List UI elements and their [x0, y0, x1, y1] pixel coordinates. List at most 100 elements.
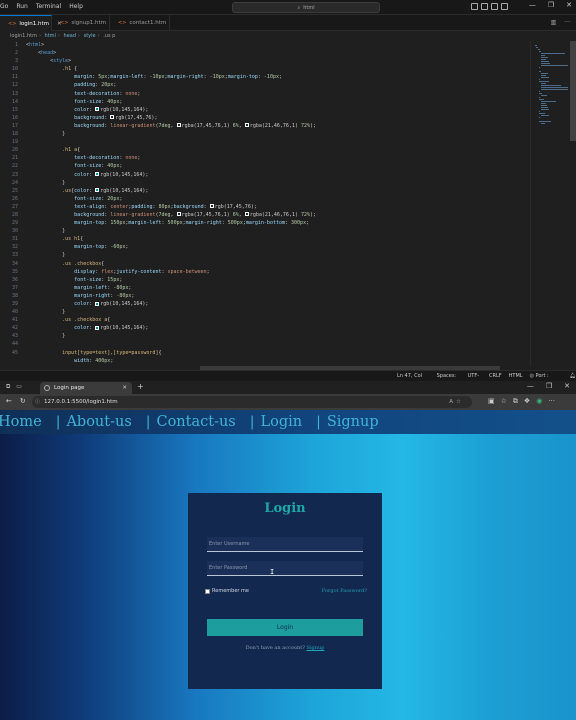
- code-line[interactable]: [26, 138, 526, 146]
- code-line[interactable]: background: rgb(17,45,76);: [26, 114, 526, 122]
- breadcrumb-file[interactable]: login1.htm: [10, 33, 37, 39]
- code-line[interactable]: }: [26, 332, 526, 340]
- minimize-icon[interactable]: —: [529, 1, 536, 9]
- menu-help[interactable]: Help: [69, 2, 83, 12]
- code-line[interactable]: background: linear-gradient(7deg, rgba(1…: [26, 122, 526, 130]
- code-line[interactable]: text-align: center;padding: 80px;backgro…: [26, 203, 526, 211]
- minimap[interactable]: [530, 41, 570, 366]
- collections-icon[interactable]: ⧉: [513, 397, 518, 406]
- code-line[interactable]: color: rgb(10,145,164);: [26, 106, 526, 114]
- toggle-secondary-sidebar-icon[interactable]: [491, 3, 498, 10]
- customize-layout-icon[interactable]: [501, 3, 508, 10]
- breadcrumb-head[interactable]: head: [64, 33, 76, 39]
- extensions-icon[interactable]: ❖: [524, 397, 530, 406]
- browser-tab-login[interactable]: Login page ✕: [40, 382, 132, 394]
- reload-icon[interactable]: ↻: [20, 397, 26, 405]
- split-screen-icon[interactable]: ▣: [488, 397, 495, 406]
- code-editor[interactable]: 1 2 3 10 11 12 13 14 15 16 17 18 19 20 21 22 23 24 25 26 27 2…: [0, 41, 530, 366]
- code-line[interactable]: display: flex;justify-content: space-bet…: [26, 268, 526, 276]
- nav-home[interactable]: Home: [0, 414, 42, 430]
- breadcrumb-style[interactable]: style: [84, 33, 96, 39]
- settings-more-icon[interactable]: ···: [548, 397, 555, 406]
- code-line[interactable]: .us h1{: [26, 235, 526, 243]
- nav-about-us[interactable]: About-us: [66, 414, 131, 430]
- remember-me-checkbox[interactable]: [205, 588, 210, 594]
- workspaces-icon[interactable]: ⧉: [6, 383, 10, 391]
- split-editor-icon[interactable]: ▥: [551, 19, 557, 26]
- code-line[interactable]: input[type=text],[type=password]{: [26, 349, 526, 357]
- code-line[interactable]: }: [26, 308, 526, 316]
- line-number: 30: [11, 228, 18, 235]
- nav-login[interactable]: Login: [260, 414, 302, 430]
- code-line[interactable]: margin-top: 150px;margin-left: 500px;mar…: [26, 219, 526, 227]
- line-number: 34: [11, 260, 18, 267]
- tab-login1[interactable]: <> login1.htm ✕: [0, 15, 62, 31]
- code-line[interactable]: <head>: [26, 49, 526, 57]
- code-line[interactable]: }: [26, 251, 526, 259]
- breadcrumb-selector[interactable]: .us p: [103, 33, 115, 39]
- code-line[interactable]: .h1 {: [26, 65, 526, 73]
- code-line[interactable]: margin-left: -80px;: [26, 284, 526, 292]
- menu-go[interactable]: Go: [0, 2, 8, 12]
- code-line[interactable]: background: linear-gradient(7deg, rgba(1…: [26, 211, 526, 219]
- code-area[interactable]: <html> <head> <style> .h1 { margin: 5px;…: [26, 41, 526, 365]
- code-line[interactable]: .us .checkbox a{: [26, 316, 526, 324]
- code-line[interactable]: text-decoration: none;: [26, 90, 526, 98]
- code-line[interactable]: color: rgb(10,145,164);: [26, 300, 526, 308]
- code-line[interactable]: margin: 5px;margin-left: -10px;margin-ri…: [26, 73, 526, 81]
- code-line[interactable]: width: 400px;: [26, 357, 526, 365]
- code-line[interactable]: }: [26, 179, 526, 187]
- breadcrumb-html[interactable]: html: [45, 33, 56, 39]
- nav-contact-us[interactable]: Contact-us: [156, 414, 235, 430]
- minimize-icon[interactable]: —: [527, 382, 534, 390]
- tab-actions-icon[interactable]: ▭: [16, 383, 22, 391]
- close-tab-icon[interactable]: ✕: [122, 382, 127, 394]
- tab-contact1[interactable]: <> contact1.htm: [110, 15, 170, 31]
- code-line[interactable]: font-size: 15px;: [26, 276, 526, 284]
- copilot-icon[interactable]: ◉: [536, 397, 542, 406]
- menu-run[interactable]: Run: [16, 2, 28, 12]
- code-line[interactable]: [26, 340, 526, 348]
- forgot-password-link[interactable]: Forgot Password?: [322, 588, 367, 594]
- minimap-line: [539, 113, 545, 114]
- menu-terminal[interactable]: Terminal: [36, 2, 61, 12]
- code-line[interactable]: <style>: [26, 57, 526, 65]
- code-line[interactable]: color: rgb(10,145,164);: [26, 171, 526, 179]
- toggle-sidebar-icon[interactable]: [471, 3, 478, 10]
- close-icon[interactable]: ✕: [564, 382, 570, 390]
- more-actions-icon[interactable]: ···: [564, 19, 570, 26]
- command-search[interactable]: ⌕ html: [232, 2, 380, 13]
- password-input[interactable]: Enter Password: [207, 561, 363, 576]
- vertical-scrollbar[interactable]: [570, 41, 576, 141]
- favorite-icon[interactable]: ☆: [456, 399, 464, 405]
- username-input[interactable]: Enter Username: [207, 537, 363, 552]
- minimap-line: [540, 107, 548, 108]
- code-line[interactable]: font-size: 40px;: [26, 162, 526, 170]
- close-icon[interactable]: ✕: [566, 1, 572, 9]
- code-line[interactable]: }: [26, 130, 526, 138]
- code-line[interactable]: font-size: 20px;: [26, 195, 526, 203]
- favorites-icon[interactable]: ☆: [501, 397, 507, 406]
- nav-signup[interactable]: Signup: [327, 414, 379, 430]
- signup-link[interactable]: Signup: [307, 645, 325, 651]
- code-line[interactable]: margin-top: -60px;: [26, 243, 526, 251]
- code-line[interactable]: color: rgb(10,145,164);: [26, 324, 526, 332]
- code-line[interactable]: padding: 20px;: [26, 81, 526, 89]
- code-line[interactable]: .us .checkbox{: [26, 260, 526, 268]
- url-bar[interactable]: ⓘ 127.0.0.1:5500/login1.htm A☆: [32, 396, 472, 408]
- back-icon[interactable]: ←: [6, 397, 12, 405]
- code-line[interactable]: .h1 a{: [26, 146, 526, 154]
- code-line[interactable]: }: [26, 227, 526, 235]
- code-line[interactable]: <html>: [26, 41, 526, 49]
- code-line[interactable]: margin-right: -80px;: [26, 292, 526, 300]
- code-line[interactable]: text-decoration: none;: [26, 154, 526, 162]
- code-line[interactable]: .us{color: rgb(10,145,164);: [26, 187, 526, 195]
- login-button[interactable]: Login: [207, 619, 363, 636]
- site-info-icon[interactable]: ⓘ: [35, 396, 40, 408]
- toggle-panel-icon[interactable]: [481, 3, 488, 10]
- tab-signup1[interactable]: <> signup1.htm: [52, 15, 110, 31]
- maximize-icon[interactable]: ❐: [548, 1, 554, 9]
- maximize-icon[interactable]: ❐: [546, 382, 552, 390]
- new-tab-icon[interactable]: +: [137, 382, 144, 391]
- code-line[interactable]: font-size: 40px;: [26, 98, 526, 106]
